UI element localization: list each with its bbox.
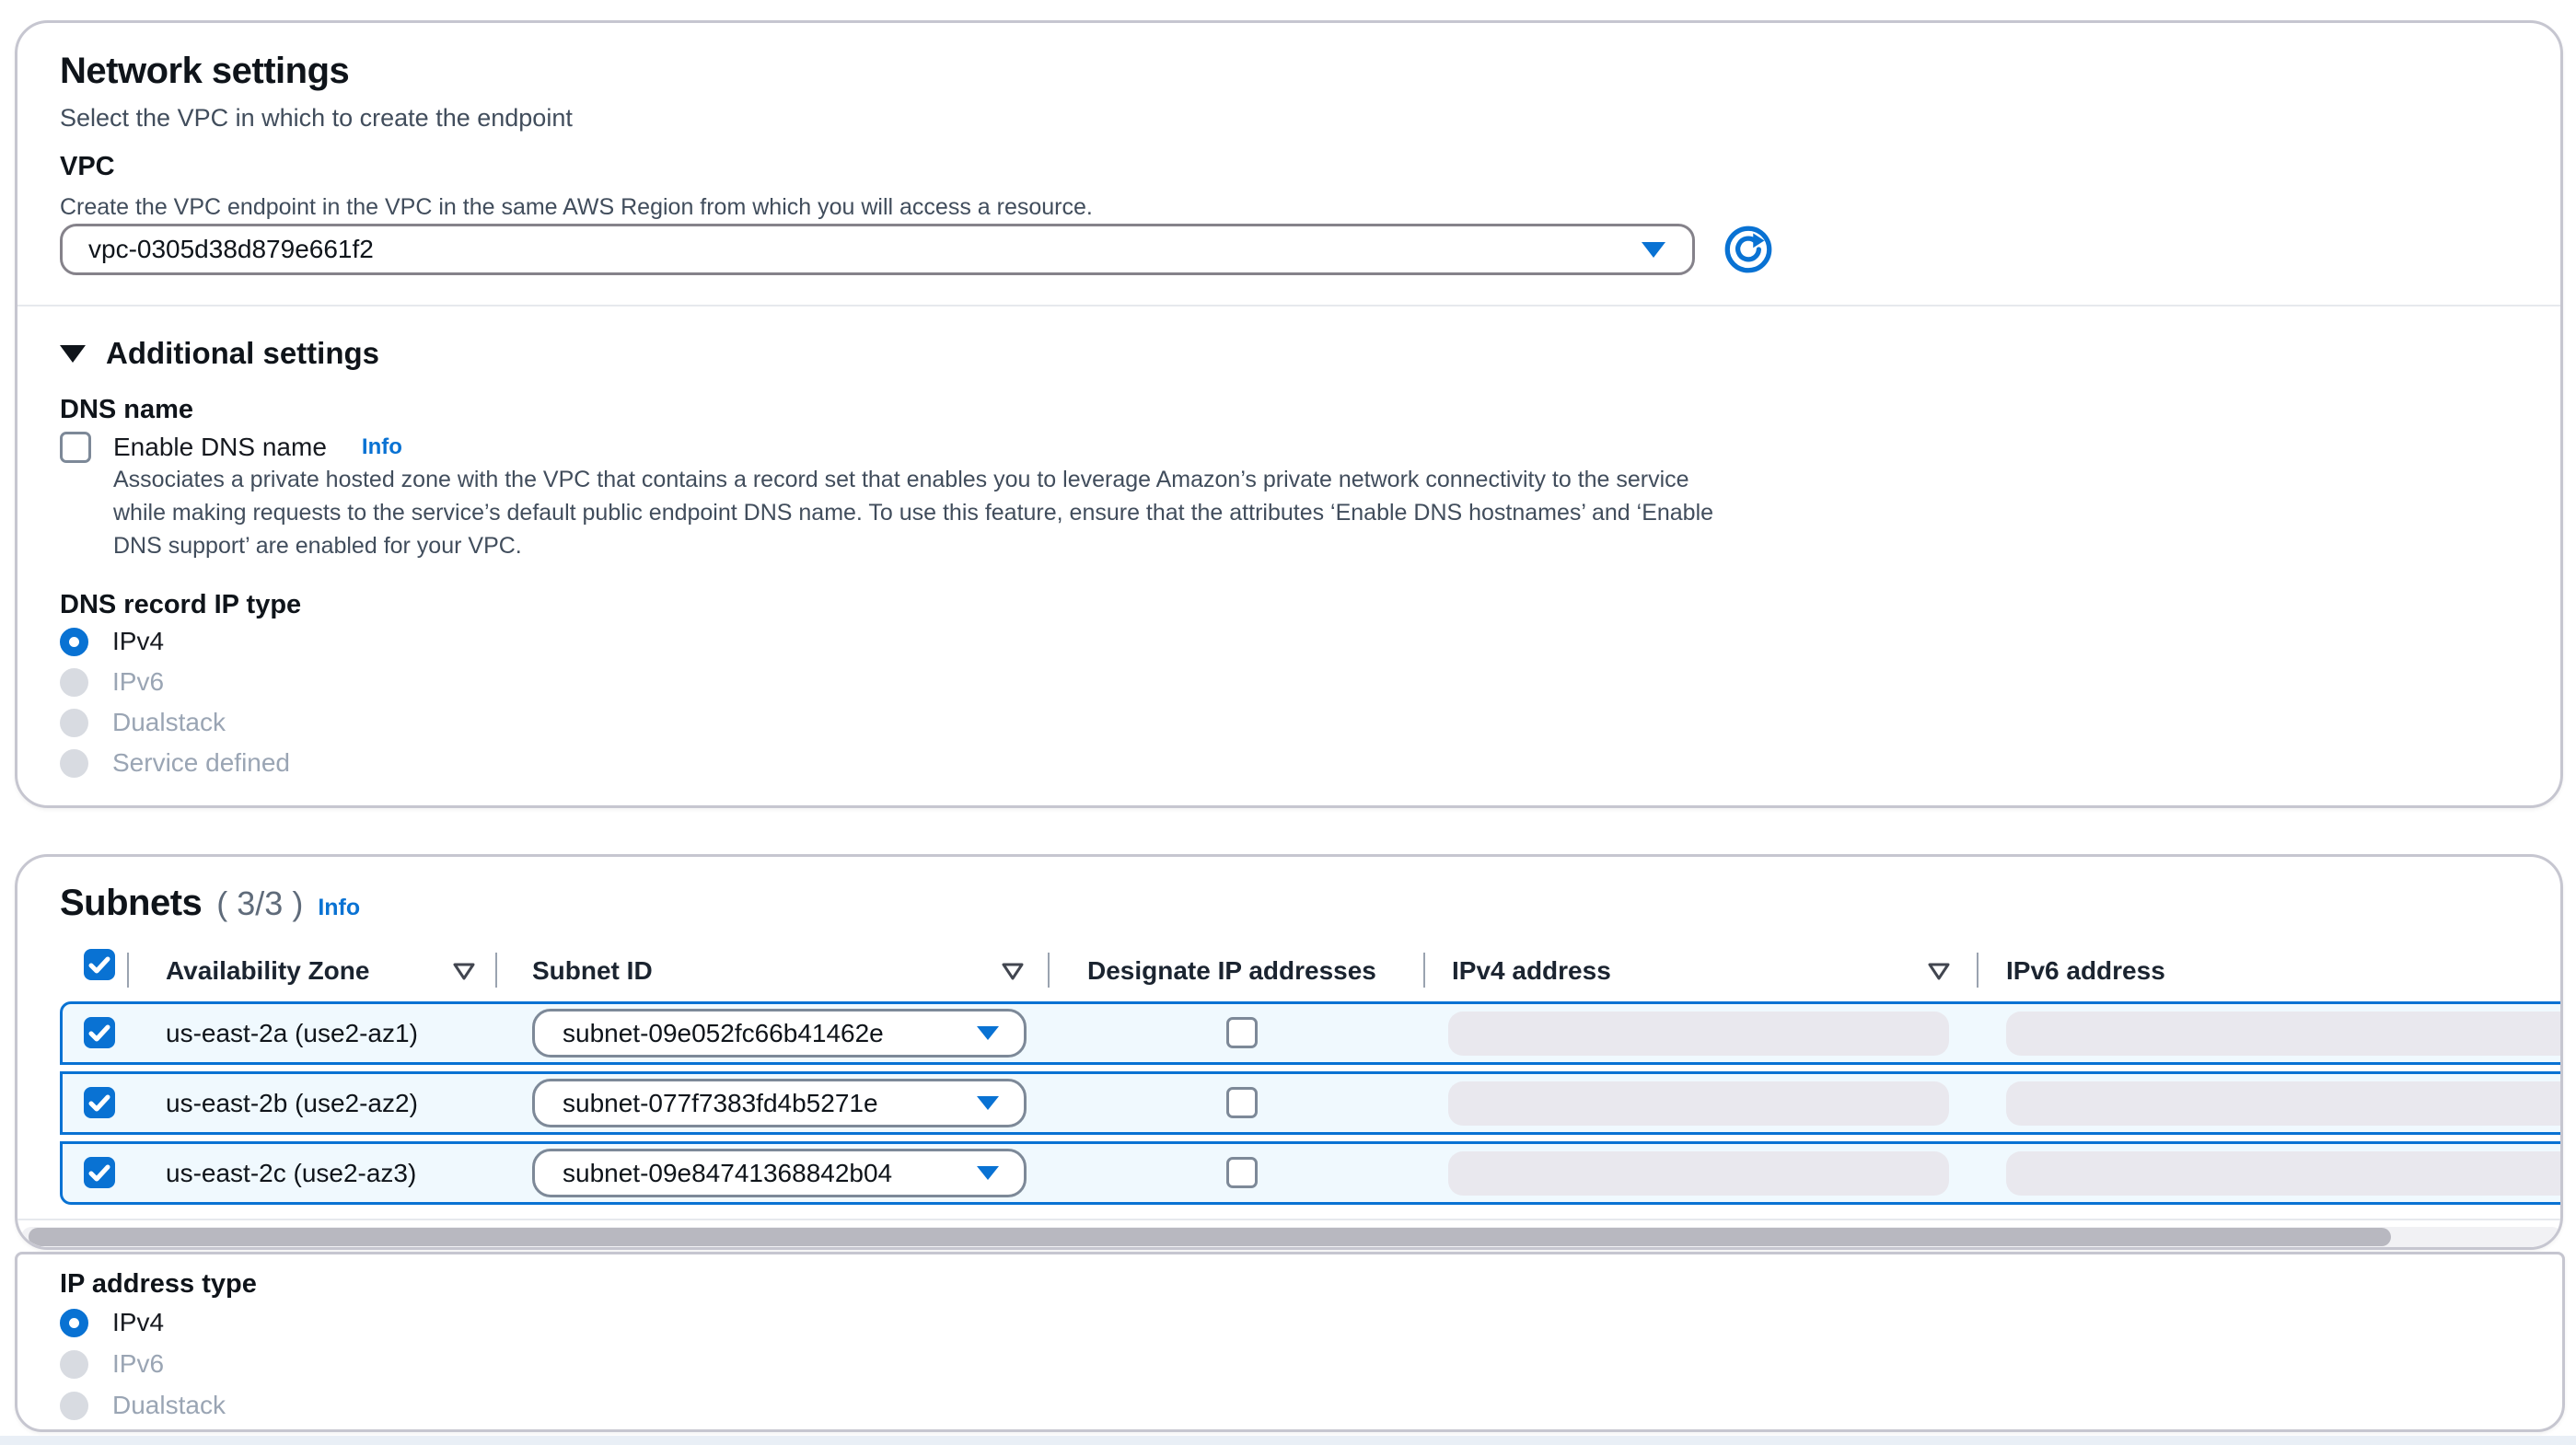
column-separator <box>1977 953 1978 988</box>
dns-name-label: DNS name <box>60 395 193 425</box>
select-all-checkbox[interactable] <box>84 949 115 980</box>
section-divider <box>17 305 2560 306</box>
refresh-icon <box>1723 224 1774 275</box>
ip-address-type-label: IP address type <box>60 1269 257 1300</box>
network-settings-card: Network settings Select the VPC in which… <box>15 20 2563 808</box>
designate-ip-checkbox[interactable] <box>1226 1157 1258 1188</box>
column-separator <box>127 953 129 988</box>
column-header-designate-ip: Designate IP addresses <box>1087 956 1376 986</box>
availability-zone-cell: us-east-2b (use2-az2) <box>166 1074 418 1132</box>
subnet-select-value: subnet-09e052fc66b41462e <box>535 1019 976 1048</box>
additional-settings-label: Additional settings <box>106 336 379 371</box>
page-bottom-strip <box>0 1436 2576 1445</box>
dns-ip-radio-ipv4[interactable]: IPv4 <box>60 627 164 656</box>
caret-down-icon <box>60 345 86 363</box>
dns-ip-radio-dualstack: Dualstack <box>60 708 226 737</box>
vpc-label: VPC <box>60 152 115 182</box>
filter-triangle-icon[interactable] <box>1927 962 1951 982</box>
check-icon <box>84 1087 115 1118</box>
ipv6-address-field-disabled <box>2006 1151 2563 1196</box>
ip-type-radio-ipv6: IPv6 <box>60 1349 164 1379</box>
enable-dns-info-link[interactable]: Info <box>362 434 402 460</box>
filter-triangle-icon[interactable] <box>452 962 476 982</box>
column-header-subnet-id: Subnet ID <box>532 956 653 986</box>
subnet-select[interactable]: subnet-09e052fc66b41462e <box>532 1009 1027 1058</box>
availability-zone-cell: us-east-2c (use2-az3) <box>166 1144 416 1202</box>
table-bottom-divider <box>17 1219 2560 1220</box>
radio-disabled-icon <box>60 1392 88 1420</box>
enable-dns-description: Associates a private hosted zone with th… <box>113 463 1715 562</box>
ipv4-address-field-disabled <box>1448 1151 1949 1196</box>
chevron-down-icon <box>1641 241 1666 259</box>
radio-selected-icon <box>60 628 88 656</box>
subnet-select[interactable]: subnet-077f7383fd4b5271e <box>532 1079 1027 1127</box>
subnet-select-value: subnet-077f7383fd4b5271e <box>535 1089 976 1118</box>
dns-ip-radio-service-defined: Service defined <box>60 748 290 778</box>
column-separator <box>495 953 497 988</box>
designate-ip-checkbox[interactable] <box>1226 1087 1258 1118</box>
availability-zone-cell: us-east-2a (use2-az1) <box>166 1004 418 1062</box>
chevron-down-icon <box>976 1165 1000 1181</box>
table-row[interactable]: us-east-2b (use2-az2) subnet-077f7383fd4… <box>60 1071 2563 1135</box>
column-separator <box>1423 953 1425 988</box>
radio-disabled-icon <box>60 749 88 778</box>
network-settings-title: Network settings <box>60 51 349 92</box>
radio-disabled-icon <box>60 668 88 697</box>
table-row[interactable]: us-east-2c (use2-az3) subnet-09e84741368… <box>60 1141 2563 1205</box>
ipv4-address-field-disabled <box>1448 1012 1949 1056</box>
ipv4-address-field-disabled <box>1448 1081 1949 1126</box>
filter-triangle-icon[interactable] <box>1001 962 1025 982</box>
vpc-select-value: vpc-0305d38d879e661f2 <box>63 235 1641 264</box>
radio-disabled-icon <box>60 1350 88 1379</box>
additional-settings-toggle[interactable]: Additional settings <box>60 336 379 371</box>
radio-disabled-icon <box>60 709 88 737</box>
chevron-down-icon <box>976 1095 1000 1111</box>
enable-dns-checkbox-label: Enable DNS name <box>113 433 327 462</box>
refresh-button[interactable] <box>1723 224 1774 275</box>
row-checkbox[interactable] <box>84 1157 115 1188</box>
vpc-endpoint-network-settings-page: Network settings Select the VPC in which… <box>0 0 2576 1445</box>
ipv6-address-field-disabled <box>2006 1012 2563 1056</box>
subnet-select[interactable]: subnet-09e84741368842b04 <box>532 1149 1027 1197</box>
check-icon <box>84 1017 115 1048</box>
table-row[interactable]: us-east-2a (use2-az1) subnet-09e052fc66b… <box>60 1001 2563 1065</box>
designate-ip-checkbox[interactable] <box>1226 1017 1258 1048</box>
row-checkbox[interactable] <box>84 1017 115 1048</box>
horizontal-scrollbar-track[interactable] <box>21 1227 2562 1247</box>
column-separator <box>1048 953 1050 988</box>
subnets-title: Subnets <box>60 883 202 924</box>
check-icon <box>84 949 115 980</box>
column-header-availability-zone: Availability Zone <box>166 956 369 986</box>
subnets-card: Subnets ( 3/3 ) Info Availability Zone S… <box>15 854 2563 1250</box>
vpc-description: Create the VPC endpoint in the VPC in th… <box>60 191 1093 224</box>
vpc-select[interactable]: vpc-0305d38d879e661f2 <box>60 224 1695 275</box>
ip-type-radio-dualstack: Dualstack <box>60 1391 226 1420</box>
subnet-select-value: subnet-09e84741368842b04 <box>535 1159 976 1188</box>
ip-type-radio-ipv4[interactable]: IPv4 <box>60 1308 164 1337</box>
row-checkbox[interactable] <box>84 1087 115 1118</box>
subnets-count: ( 3/3 ) <box>216 884 303 923</box>
enable-dns-checkbox[interactable] <box>60 432 91 463</box>
radio-selected-icon <box>60 1309 88 1337</box>
chevron-down-icon <box>976 1025 1000 1041</box>
dns-record-ip-type-label: DNS record IP type <box>60 590 301 620</box>
column-header-ipv6-address: IPv6 address <box>2006 956 2165 986</box>
network-settings-subtitle: Select the VPC in which to create the en… <box>60 104 573 133</box>
column-header-ipv4-address: IPv4 address <box>1452 956 1611 986</box>
dns-ip-radio-ipv6: IPv6 <box>60 667 164 697</box>
subnets-info-link[interactable]: Info <box>318 895 360 921</box>
ip-address-type-card: IP address type IPv4 IPv6 Dualstack <box>15 1252 2565 1432</box>
check-icon <box>84 1157 115 1188</box>
ipv6-address-field-disabled <box>2006 1081 2563 1126</box>
horizontal-scrollbar-thumb[interactable] <box>29 1228 2391 1246</box>
